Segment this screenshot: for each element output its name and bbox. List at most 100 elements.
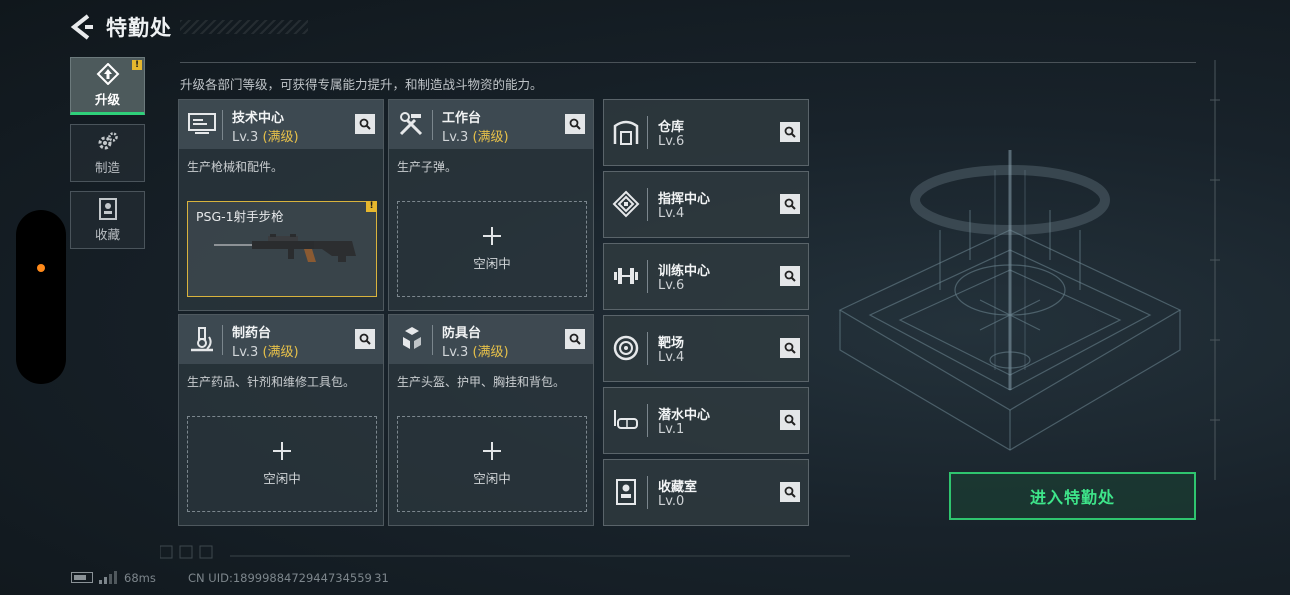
search-icon [784, 198, 796, 210]
facility-training-center[interactable]: 训练中心 Lv.6 [603, 243, 809, 310]
maxed-tag: (满级) [472, 345, 509, 360]
production-slot-busy[interactable]: PSG-1射手步枪 ! [187, 201, 377, 297]
maxed-tag: (满级) [472, 130, 509, 145]
facility-level: Lv.6 [658, 278, 685, 293]
workbench-tools-icon [399, 112, 423, 136]
command-center-icon [612, 190, 640, 218]
decorative-bar [160, 545, 850, 559]
facility-level: Lv.6 [658, 134, 685, 149]
warehouse-icon [613, 120, 639, 145]
search-button[interactable] [780, 482, 800, 502]
facility-name: 潜水中心 [658, 408, 711, 423]
page-title: 特勤处 [106, 16, 172, 40]
plus-icon [273, 441, 291, 460]
card-description: 生产枪械和配件。 [187, 160, 284, 174]
card-header: 防具台 Lv.3 (满级) [389, 315, 593, 364]
dumbbell-icon [614, 268, 638, 284]
facility-level: Lv.1 [658, 422, 685, 437]
search-icon [784, 342, 796, 354]
floating-side-handle[interactable] [16, 210, 66, 384]
facility-collection-room[interactable]: 收藏室 Lv.0 [603, 459, 809, 526]
search-button[interactable] [780, 122, 800, 142]
nav-label: 升级 [94, 91, 120, 107]
card-description: 生产药品、针剂和维修工具包。 [187, 375, 356, 389]
gears-icon [98, 131, 118, 149]
card-level: Lv.3 (满级) [232, 345, 299, 360]
production-slot-idle[interactable]: 空闲中 [397, 416, 587, 512]
search-icon [784, 486, 796, 498]
slot-status: 空闲中 [473, 470, 511, 486]
decorative-ruler [1210, 60, 1220, 480]
facility-warehouse[interactable]: 仓库 Lv.6 [603, 99, 809, 166]
search-button[interactable] [780, 410, 800, 430]
divider [180, 62, 1196, 63]
armor-boxes-icon [403, 327, 421, 349]
rifle-image [214, 234, 356, 262]
ping-readout: 68ms [124, 571, 156, 585]
search-icon [569, 333, 581, 345]
search-icon [569, 118, 581, 130]
search-button[interactable] [565, 329, 585, 349]
card-title: 制药台 [232, 326, 272, 341]
facility-name: 仓库 [658, 120, 685, 135]
facility-card-pharmacy: 制药台 Lv.3 (满级) 生产药品、针剂和维修工具包。 空闲中 [178, 314, 384, 526]
facility-card-armor: 防具台 Lv.3 (满级) 生产头盔、护甲、胸挂和背包。 空闲中 [388, 314, 594, 526]
enter-base-label: 进入特勤处 [1029, 488, 1115, 507]
back-arrow-icon [70, 14, 93, 40]
slot-item-name: PSG-1射手步枪 [196, 209, 284, 224]
upgrade-icon [96, 62, 119, 85]
card-title: 工作台 [442, 111, 482, 126]
status-dot [37, 264, 45, 272]
facility-name: 收藏室 [658, 480, 698, 495]
search-button[interactable] [780, 266, 800, 286]
enter-base-button[interactable]: 进入特勤处 [949, 472, 1196, 520]
card-header: 制药台 Lv.3 (满级) [179, 315, 383, 364]
nav-craft[interactable]: 制造 [70, 124, 145, 182]
search-button[interactable] [780, 338, 800, 358]
title-decoration [180, 20, 308, 34]
alert-badge: ! [366, 201, 377, 212]
card-title: 防具台 [442, 326, 482, 341]
facility-command-center[interactable]: 指挥中心 Lv.4 [603, 171, 809, 238]
facility-level: Lv.4 [658, 206, 685, 221]
search-button[interactable] [355, 114, 375, 134]
facility-diving-center[interactable]: 潜水中心 Lv.1 [603, 387, 809, 454]
signal-icon [99, 571, 117, 584]
card-description: 生产子弹。 [397, 160, 458, 174]
facility-level: Lv.4 [658, 350, 685, 365]
tech-center-icon [188, 113, 216, 134]
card-title: 技术中心 [232, 111, 285, 126]
production-slot-idle[interactable]: 空闲中 [187, 416, 377, 512]
facility-card-tech-center: 技术中心 Lv.3 (满级) 生产枪械和配件。 PSG-1射手步枪 ! [178, 99, 384, 311]
user-uid: CN UID:1899988472944734559 31 [188, 571, 389, 585]
maxed-tag: (满级) [262, 345, 299, 360]
facility-name: 训练中心 [658, 264, 711, 279]
page-subtitle: 升级各部门等级，可获得专属能力提升，和制造战斗物资的能力。 [180, 77, 543, 92]
facility-name: 指挥中心 [658, 192, 711, 207]
diving-mask-icon [614, 410, 638, 429]
facility-shooting-range[interactable]: 靶场 Lv.4 [603, 315, 809, 382]
search-button[interactable] [780, 194, 800, 214]
collection-room-icon [616, 479, 636, 505]
search-button[interactable] [565, 114, 585, 134]
microscope-icon [191, 327, 213, 352]
card-header: 技术中心 Lv.3 (满级) [179, 100, 383, 149]
nav-upgrade[interactable]: 升级 ! [70, 57, 145, 115]
slot-status: 空闲中 [263, 470, 301, 486]
nav-collection[interactable]: 收藏 [70, 191, 145, 249]
production-slot-idle[interactable]: 空闲中 [397, 201, 587, 297]
card-level: Lv.3 (满级) [442, 345, 509, 360]
search-icon [359, 333, 371, 345]
search-icon [784, 414, 796, 426]
alert-badge: ! [132, 60, 142, 70]
search-icon [784, 270, 796, 282]
back-button[interactable] [70, 14, 94, 40]
facility-level: Lv.0 [658, 494, 685, 509]
facility-card-workbench: 工作台 Lv.3 (满级) 生产子弹。 空闲中 [388, 99, 594, 311]
card-level: Lv.3 (满级) [232, 130, 299, 145]
search-button[interactable] [355, 329, 375, 349]
facility-name: 靶场 [658, 336, 685, 351]
nav-label: 收藏 [94, 226, 120, 242]
plus-icon [483, 226, 501, 245]
search-icon [359, 118, 371, 130]
